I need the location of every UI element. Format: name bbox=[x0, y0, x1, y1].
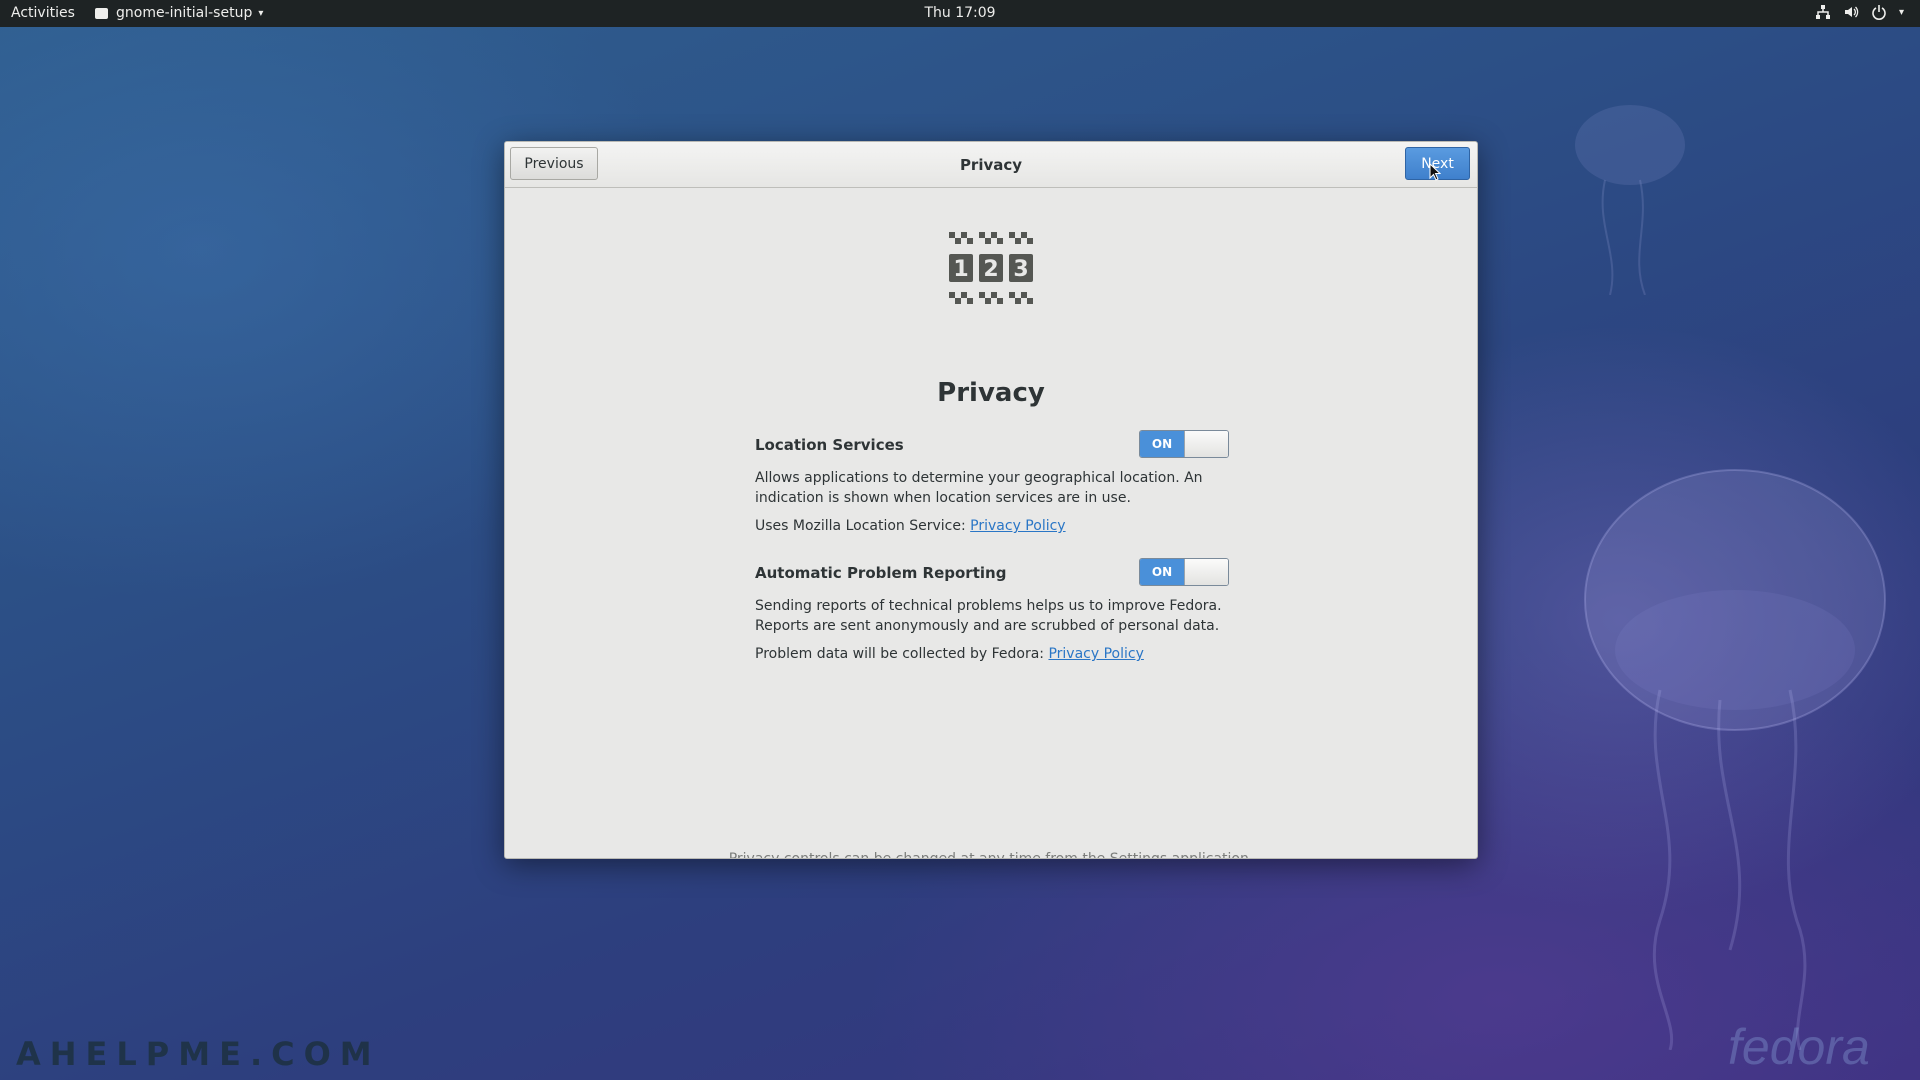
location-services-description: Allows applications to determine your ge… bbox=[755, 470, 1203, 506]
caret-down-icon: ▾ bbox=[258, 7, 264, 19]
jellyfish-small-decoration bbox=[1575, 105, 1685, 295]
problem-reporting-section: Automatic Problem Reporting ON Sending r… bbox=[755, 558, 1229, 662]
fedora-privacy-policy-link[interactable]: Privacy Policy bbox=[1048, 646, 1143, 662]
app-menu[interactable]: gnome-initial-setup ▾ bbox=[95, 5, 263, 21]
app-menu-label: gnome-initial-setup bbox=[116, 5, 253, 21]
jellyfish-decoration bbox=[1584, 469, 1886, 1050]
activities-button[interactable]: Activities bbox=[11, 5, 75, 21]
header-title: Privacy bbox=[959, 156, 1023, 174]
problem-reporting-switch[interactable]: ON bbox=[1139, 558, 1229, 586]
system-status-menu[interactable]: ▾ bbox=[1815, 4, 1904, 20]
chevron-down-icon: ▾ bbox=[1898, 6, 1904, 18]
location-services-policy-line: Uses Mozilla Location Service: Privacy P… bbox=[755, 518, 1066, 534]
location-services-section: Location Services ON Allows applications… bbox=[755, 430, 1229, 534]
switch-knob bbox=[1184, 431, 1228, 457]
location-services-switch[interactable]: ON bbox=[1139, 430, 1229, 458]
location-privacy-policy-link[interactable]: Privacy Policy bbox=[970, 518, 1065, 534]
policy-prefix: Uses Mozilla Location Service: bbox=[755, 518, 966, 534]
page-content: 123 Privacy Location Services ON Allows … bbox=[505, 188, 1477, 858]
top-bar: Activities gnome-initial-setup ▾ Thu 17:… bbox=[0, 0, 1920, 27]
window-icon bbox=[95, 7, 108, 19]
initial-setup-dialog: Previous Privacy Next 1 2 3 Privacy Loca… bbox=[504, 141, 1478, 859]
power-icon bbox=[1871, 4, 1887, 20]
problem-reporting-policy-line: Problem data will be collected by Fedora… bbox=[755, 646, 1144, 662]
page-title: Privacy bbox=[937, 378, 1045, 408]
watermark-left: AHELPME.COM bbox=[16, 1035, 381, 1073]
policy-prefix: Problem data will be collected by Fedora… bbox=[755, 646, 1045, 662]
svg-text:3: 3 bbox=[1013, 257, 1028, 282]
mouse-cursor-icon bbox=[1429, 163, 1441, 181]
switch-knob bbox=[1184, 559, 1228, 585]
footer-note: Privacy controls can be changed at any t… bbox=[728, 851, 1254, 859]
switch-on-label: ON bbox=[1140, 559, 1184, 585]
network-wired-icon bbox=[1815, 4, 1831, 20]
svg-text:2: 2 bbox=[983, 257, 998, 282]
problem-reporting-description: Sending reports of technical problems he… bbox=[755, 598, 1222, 634]
volume-icon bbox=[1843, 4, 1859, 20]
switch-on-label: ON bbox=[1140, 431, 1184, 457]
fedora-watermark: fedora bbox=[1728, 1019, 1870, 1075]
clock[interactable]: Thu 17:09 bbox=[924, 5, 995, 21]
previous-button[interactable]: Previous bbox=[510, 147, 598, 180]
header-bar: Previous Privacy Next bbox=[505, 142, 1477, 188]
privacy-123-checker-icon: 123 bbox=[949, 232, 1033, 304]
svg-text:1: 1 bbox=[953, 257, 968, 282]
